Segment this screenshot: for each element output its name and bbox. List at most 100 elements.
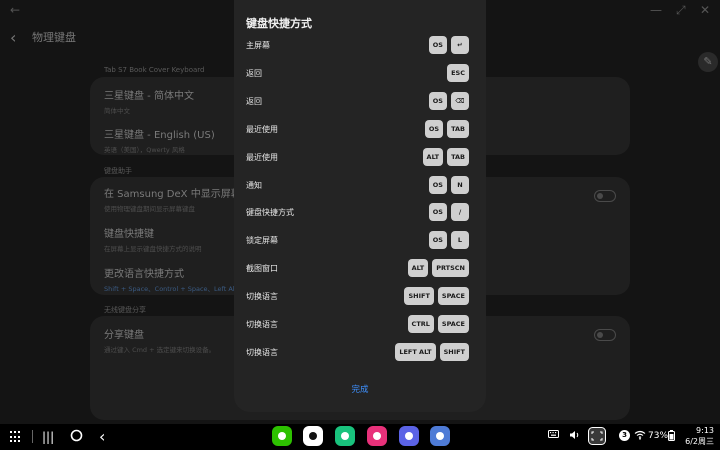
shortcut-row: 通知 OS N (234, 175, 486, 195)
volume-icon[interactable] (569, 430, 580, 444)
shortcut-row: 最近使用 ALT TAB (234, 147, 486, 167)
clock-date: 6/2周三 (685, 437, 714, 446)
shortcut-row: 主屏幕 OS ↵ (234, 35, 486, 55)
settings-app-icon[interactable] (430, 426, 450, 446)
list-item-lang-shortcut[interactable]: 更改语言快捷方式 Shift + Space、Control + Space、L… (104, 265, 237, 293)
apps-grid-icon[interactable] (10, 431, 22, 443)
key-cap: OS (424, 119, 444, 138)
shortcut-keys: OS ↵ (428, 36, 469, 54)
connect-app-icon[interactable] (335, 426, 355, 446)
shortcut-row: 键盘快捷方式 OS / (234, 202, 486, 222)
shortcut-label: 返回 (246, 96, 262, 106)
shortcut-label: 键盘快捷方式 (246, 208, 294, 218)
item-subtitle: 使用物理键盘期间显示屏幕键盘 (104, 205, 195, 213)
back-nav-icon[interactable]: ‹ (99, 429, 105, 445)
notification-count-badge[interactable]: 3 (619, 430, 630, 441)
home-icon[interactable] (70, 429, 83, 446)
key-cap: OS (428, 203, 447, 222)
recents-icon[interactable]: ||| (42, 429, 54, 445)
key-cap: ALT (407, 259, 429, 278)
key-cap: L (451, 231, 469, 250)
key-cap: ↵ (451, 36, 469, 54)
clock-time: 9:13 (696, 426, 714, 435)
item-title: 三星键盘 - English (US) (104, 130, 215, 141)
shortcut-label: 最近使用 (246, 124, 278, 134)
key-cap: ⌫ (451, 91, 469, 110)
battery-icon (668, 430, 675, 445)
page-header: ‹ 物理键盘 (10, 26, 76, 48)
close-icon[interactable]: ✕ (700, 3, 710, 17)
shortcut-label: 通知 (246, 180, 262, 190)
samsung-internet-app-icon[interactable] (399, 426, 419, 446)
shortcut-label: 切换语言 (246, 320, 278, 329)
section-label-wireless: 无线键盘分享 (104, 306, 146, 314)
shortcut-row: 返回 ESC (234, 63, 486, 83)
key-cap: OS (428, 36, 447, 54)
key-cap: / (451, 203, 469, 222)
key-cap: OS (428, 231, 447, 250)
done-button[interactable]: 完成 (234, 383, 486, 395)
qq-app-icon[interactable] (303, 426, 323, 446)
shortcut-row: 截图窗口 ALT PRTSCN (234, 258, 486, 278)
shortcut-keys: OS TAB (424, 119, 469, 138)
list-item-dex[interactable]: 在 Samsung DeX 中显示屏幕键 使用物理键盘期间显示屏幕键盘 (104, 185, 251, 213)
key-cap: OS (428, 91, 447, 110)
shortcut-keys: OS / (428, 203, 469, 222)
minimize-icon[interactable]: — (650, 3, 662, 17)
item-subtitle: 英语（美国），Qwerty 风格 (104, 146, 185, 154)
shortcut-keys: OS ⌫ (428, 91, 469, 110)
shortcut-label: 最近使用 (246, 152, 278, 162)
item-title: 在 Samsung DeX 中显示屏幕键 (104, 189, 251, 200)
dialog-title: 键盘快捷方式 (246, 17, 312, 30)
shortcut-row: 切换语言 CTRL SPACE (234, 314, 486, 334)
key-cap: OS (428, 175, 447, 194)
shortcut-label: 主屏幕 (246, 41, 270, 50)
dex-toggle[interactable] (594, 190, 616, 202)
shortcut-row: 返回 OS ⌫ (234, 91, 486, 111)
taskbar-divider (32, 430, 33, 443)
wechat-app-icon[interactable] (272, 426, 292, 446)
resize-icon[interactable]: ⤢ (676, 3, 686, 18)
shortcut-keys: OS L (428, 231, 469, 250)
taskbar: ||| ‹ 3 73% 9:13 6/2周三 (0, 424, 720, 450)
shortcut-row: 切换语言 LEFT ALT SHIFT (234, 342, 486, 362)
key-cap: ALT (422, 147, 444, 166)
list-item-share-keyboard[interactable]: 分享键盘 通过键入 Cmd + 选定键来切换设备。 (104, 326, 215, 354)
flower-app-icon[interactable] (367, 426, 387, 446)
item-subtitle: 简体中文 (104, 107, 130, 115)
list-item-shortcuts[interactable]: 键盘快捷键 在屏幕上显示键盘快捷方式的说明 (104, 225, 202, 253)
list-item-samsung-en[interactable]: 三星键盘 - English (US) 英语（美国），Qwerty 风格 (104, 126, 215, 154)
item-subtitle: Shift + Space、Control + Space、Left Alt (104, 285, 238, 293)
shortcut-label: 锁定屏幕 (246, 236, 278, 246)
shortcut-row: 切换语言 SHIFT SPACE (234, 286, 486, 306)
keyboard-shortcuts-dialog: 键盘快捷方式 主屏幕 OS ↵ 返回 ESC 返回 OS ⌫ 最近使用 OS TAB 最近使用 ALT T… (234, 0, 486, 412)
back-arrow-icon[interactable]: ← (10, 3, 20, 17)
key-cap: SHIFT (404, 287, 434, 306)
shortcut-keys: OS N (428, 175, 469, 194)
key-cap: TAB (447, 119, 469, 138)
key-cap: CTRL (407, 315, 434, 333)
share-toggle[interactable] (594, 329, 616, 341)
key-cap: LEFT ALT (395, 342, 436, 361)
key-cap: SPACE (437, 287, 469, 306)
item-subtitle: 通过键入 Cmd + 选定键来切换设备。 (104, 346, 216, 354)
key-cap: ESC (447, 63, 469, 82)
key-cap: TAB (447, 147, 469, 166)
section-label-assist: 键盘助手 (104, 167, 132, 175)
pencil-icon[interactable]: ✎ (698, 52, 718, 72)
screenshot-icon[interactable] (588, 427, 606, 449)
shortcut-keys: LEFT ALT SHIFT (395, 342, 469, 361)
clock: 9:13 6/2周三 (685, 425, 714, 447)
shortcut-label: 切换语言 (246, 347, 278, 357)
back-icon[interactable]: ‹ (10, 28, 24, 47)
shortcut-label: 截图窗口 (246, 264, 278, 274)
item-subtitle: 在屏幕上显示键盘快捷方式的说明 (104, 245, 202, 253)
key-cap: SPACE (437, 315, 469, 333)
list-item-samsung-cn[interactable]: 三星键盘 - 简体中文 简体中文 (104, 87, 194, 115)
shortcut-row: 最近使用 OS TAB (234, 119, 486, 139)
item-title: 更改语言快捷方式 (104, 269, 184, 280)
item-title: 三星键盘 - 简体中文 (104, 91, 194, 102)
item-title: 分享键盘 (104, 330, 144, 341)
key-cap: N (451, 175, 469, 194)
keyboard-icon[interactable] (548, 430, 559, 442)
